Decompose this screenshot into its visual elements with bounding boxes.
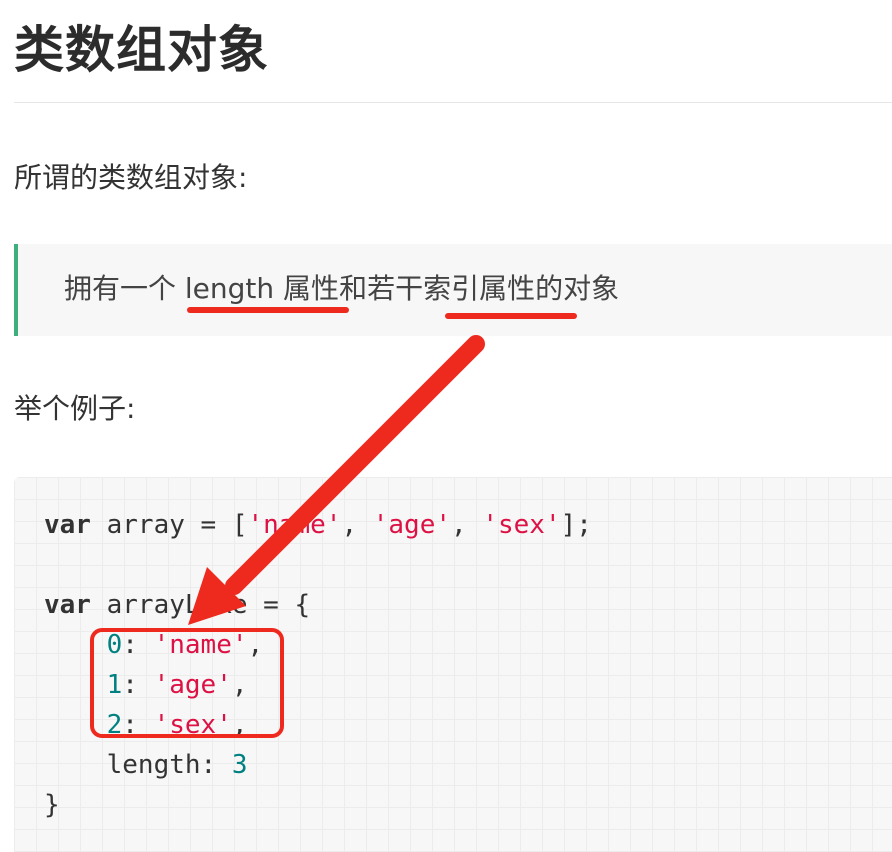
code-line-7: length: 3 <box>107 750 248 780</box>
quote-length-property: length 属性 <box>184 272 340 305</box>
quote-text-5: 的对象 <box>535 272 620 305</box>
code-comma: , <box>231 670 248 700</box>
code-string: 'sex' <box>482 510 561 540</box>
keyword-var: var <box>44 510 91 540</box>
intro-paragraph: 所谓的类数组对象: <box>14 161 248 194</box>
code-block: var array = ['name', 'age', 'sex']; var … <box>14 477 892 852</box>
code-key: length <box>106 750 201 780</box>
code-key: 0 <box>106 630 123 660</box>
code-line-8: } <box>44 790 60 820</box>
quote-text-3: 和若干 <box>339 272 424 305</box>
code-line-1: var array = ['name', 'age', 'sex']; <box>44 510 592 540</box>
example-paragraph: 举个例子: <box>14 392 136 425</box>
code-line-3: var arrayLike = { <box>44 590 310 620</box>
code-comma: , <box>247 630 264 660</box>
code-key: 1 <box>106 670 123 700</box>
code-line-4: 0: 'name', <box>107 630 264 660</box>
definition-blockquote: 拥有一个 length 属性和若干索引属性的对象 <box>14 244 892 336</box>
code-content: var array = ['name', 'age', 'sex']; var … <box>44 505 592 825</box>
code-sep: , <box>451 510 483 540</box>
code-colon: : <box>122 630 154 660</box>
code-string: 'age' <box>153 670 232 700</box>
title-divider <box>14 102 892 103</box>
code-string: 'name' <box>153 630 248 660</box>
code-punct: ]; <box>560 510 592 540</box>
quote-index-properties: 索引属性 <box>423 272 536 305</box>
code-colon: : <box>200 750 232 780</box>
code-string: 'age' <box>372 510 452 540</box>
keyword-var: var <box>44 590 91 620</box>
code-line-6: 2: 'sex', <box>107 710 248 740</box>
code-colon: : <box>122 670 154 700</box>
code-comma: , <box>231 710 248 740</box>
code-string: 'name' <box>247 510 342 540</box>
definition-text: 拥有一个 length 属性和若干索引属性的对象 <box>64 269 619 309</box>
code-colon: : <box>122 710 154 740</box>
code-string: 'sex' <box>153 710 232 740</box>
quote-text-1: 拥有一个 <box>64 272 185 305</box>
code-sep: , <box>341 510 373 540</box>
code-line-5: 1: 'age', <box>107 670 248 700</box>
code-number: 3 <box>231 750 248 780</box>
code-ident: arrayLike = { <box>90 590 311 620</box>
code-ident: array = [ <box>90 510 248 540</box>
page-title: 类数组对象 <box>14 21 269 79</box>
code-key: 2 <box>106 710 123 740</box>
